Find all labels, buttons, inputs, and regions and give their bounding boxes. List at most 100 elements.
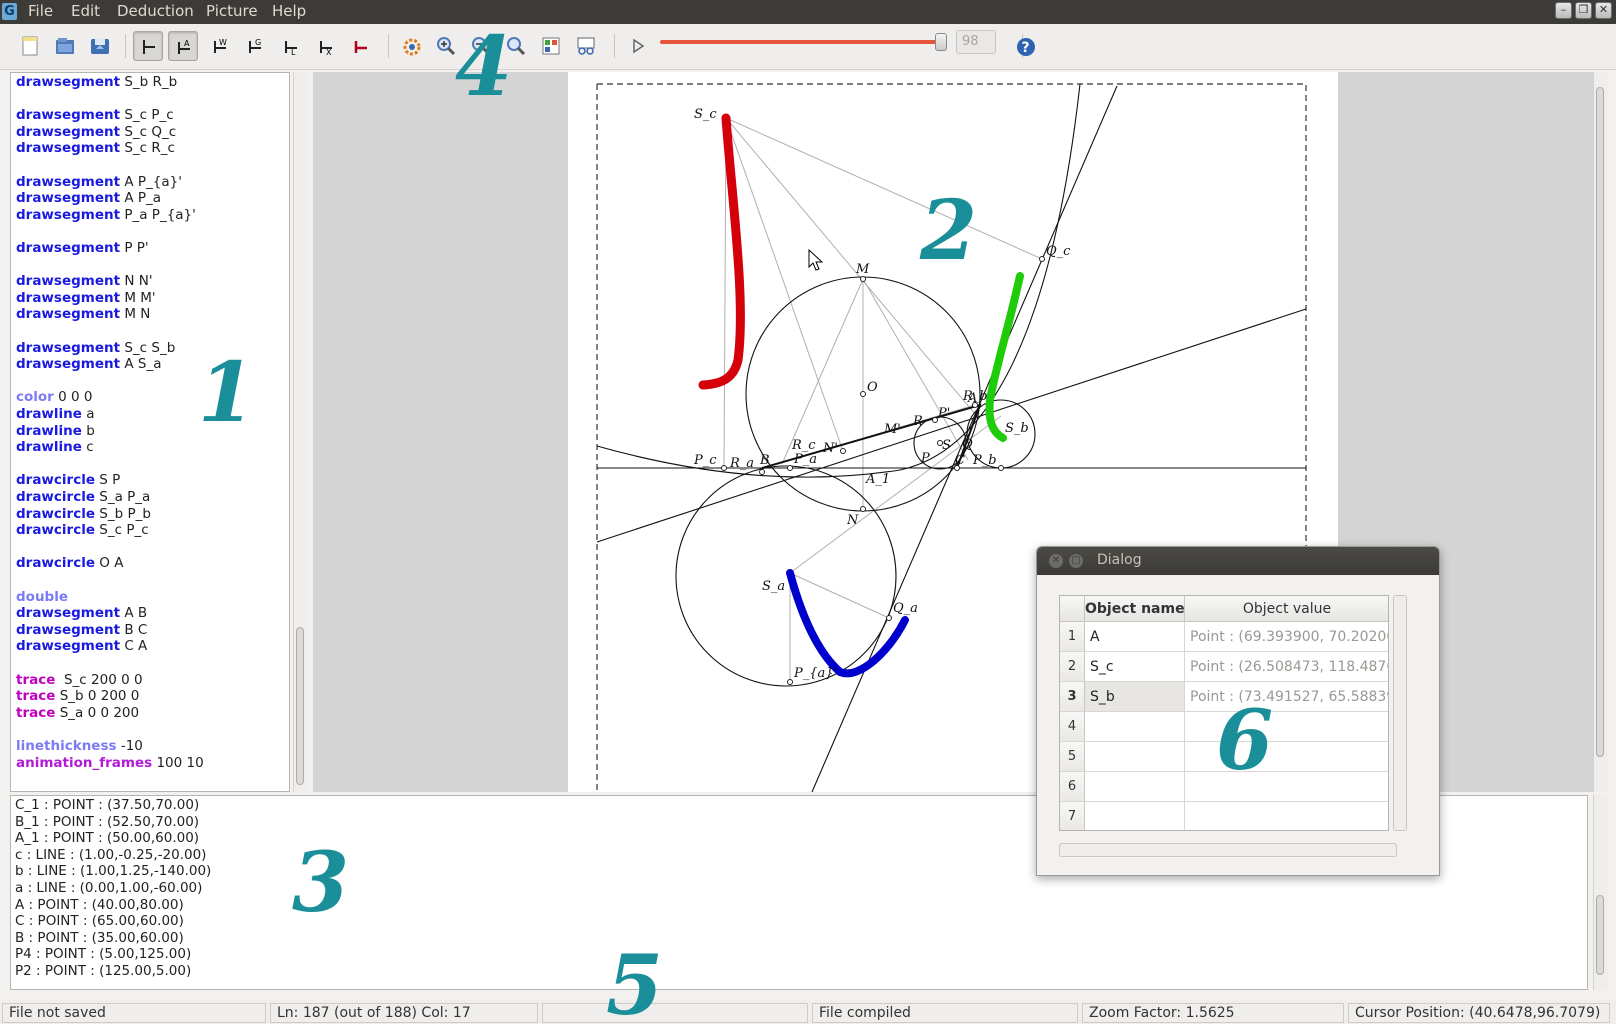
code-line[interactable]: drawcircle S_c P_c [16, 522, 149, 538]
code-line[interactable] [16, 257, 20, 273]
code-line[interactable]: drawsegment S_c Q_c [16, 124, 176, 140]
save-file-icon[interactable] [85, 31, 115, 61]
code-line[interactable]: drawsegment C A [16, 638, 147, 654]
draw-g-tool-icon[interactable]: G [240, 31, 270, 61]
menu-deduction[interactable]: Deduction [117, 2, 194, 20]
play-icon[interactable] [623, 31, 653, 61]
editor-scrollbar-thumb[interactable] [296, 627, 304, 785]
code-line[interactable] [16, 655, 20, 671]
table-cell-value[interactable] [1185, 802, 1388, 830]
code-line[interactable] [16, 572, 20, 588]
code-line[interactable]: color 0 0 0 [16, 389, 93, 405]
menu-picture[interactable]: Picture [206, 2, 258, 20]
draw-l-tool-icon[interactable]: L [276, 31, 306, 61]
code-line[interactable] [16, 91, 20, 107]
header-object-value[interactable]: Object value [1185, 596, 1388, 622]
table-row-number[interactable]: 3 [1060, 682, 1085, 712]
table-cell-name[interactable]: S_b [1085, 682, 1185, 712]
code-line[interactable]: animation_frames 100 10 [16, 755, 204, 771]
code-line[interactable]: drawsegment N N' [16, 273, 153, 289]
draw-red-tool-icon[interactable] [346, 31, 376, 61]
code-line[interactable]: linethickness -10 [16, 738, 143, 754]
table-cell-name[interactable] [1085, 712, 1185, 742]
output-scrollbar[interactable] [1593, 795, 1608, 990]
code-line[interactable]: drawcircle S_b P_b [16, 506, 151, 522]
canvas-vertical-scrollbar[interactable] [1593, 72, 1608, 792]
dialog-vertical-scrollbar[interactable] [1393, 595, 1407, 831]
animation-slider[interactable] [660, 40, 944, 44]
code-line[interactable] [16, 223, 20, 239]
code-line[interactable]: drawsegment S_c S_b [16, 340, 175, 356]
table-row-number[interactable]: 1 [1060, 622, 1085, 652]
code-line[interactable]: trace S_c 200 0 0 [16, 672, 143, 688]
export-icon[interactable] [571, 31, 601, 61]
code-line[interactable]: drawline b [16, 423, 95, 439]
code-line[interactable]: drawline c [16, 439, 94, 455]
code-line[interactable]: drawsegment A S_a [16, 356, 161, 372]
help-icon[interactable]: ? [1010, 31, 1040, 61]
code-line[interactable]: drawcircle S P [16, 472, 120, 488]
menu-file[interactable]: File [28, 2, 53, 20]
code-line[interactable]: drawcircle S_a P_a [16, 489, 150, 505]
animation-frame-spinbox[interactable]: 98 [956, 30, 996, 54]
draw-w-tool-icon[interactable]: W [205, 31, 235, 61]
table-cell-value[interactable]: Point : (26.508473, 118.48764 [1185, 652, 1388, 682]
code-line[interactable] [16, 539, 20, 555]
code-line[interactable] [16, 456, 20, 472]
code-line[interactable]: trace S_b 0 200 0 [16, 688, 139, 704]
table-cell-name[interactable] [1085, 802, 1185, 830]
grid-icon[interactable] [536, 31, 566, 61]
table-cell-value[interactable]: Point : (69.393900, 70.202000 [1185, 622, 1388, 652]
code-line[interactable]: drawsegment B C [16, 622, 147, 638]
dialog-maximize-icon[interactable]: □ [1069, 554, 1083, 568]
animation-slider-handle[interactable] [935, 33, 947, 51]
code-line[interactable]: drawsegment M M' [16, 290, 156, 306]
editor-scrollbar[interactable] [293, 72, 307, 792]
table-cell-name[interactable] [1085, 742, 1185, 772]
draw-x-tool-icon[interactable]: X [311, 31, 341, 61]
table-row-number[interactable]: 7 [1060, 802, 1085, 830]
table-cell-name[interactable]: S_c [1085, 652, 1185, 682]
dialog-titlebar[interactable]: ✕ □ Dialog [1037, 547, 1439, 575]
dialog-close-icon[interactable]: ✕ [1049, 554, 1063, 568]
menu-help[interactable]: Help [272, 2, 306, 20]
minimize-icon[interactable]: – [1555, 2, 1572, 19]
code-line[interactable]: drawsegment S_c R_c [16, 140, 175, 156]
code-line[interactable]: drawsegment P_a P_{a}' [16, 207, 196, 223]
compile-icon[interactable] [396, 31, 426, 61]
new-file-icon[interactable] [15, 31, 45, 61]
table-row-number[interactable]: 5 [1060, 742, 1085, 772]
table-row-number[interactable]: 4 [1060, 712, 1085, 742]
code-line[interactable] [16, 157, 20, 173]
code-line[interactable] [16, 373, 20, 389]
code-line[interactable]: drawsegment M N [16, 306, 150, 322]
draw-a-tool-icon[interactable]: A [168, 31, 198, 61]
open-file-icon[interactable] [50, 31, 80, 61]
code-line[interactable]: double [16, 589, 72, 605]
code-line[interactable]: drawsegment S_b R_b [16, 74, 177, 90]
code-line[interactable]: drawsegment A B [16, 605, 147, 621]
code-line[interactable]: drawsegment A P_{a}' [16, 174, 182, 190]
code-args: S_a 0 0 200 [59, 704, 140, 721]
table-row-number[interactable]: 2 [1060, 652, 1085, 682]
code-line[interactable] [16, 323, 20, 339]
table-cell-name[interactable]: A [1085, 622, 1185, 652]
draw-tool-icon[interactable] [133, 31, 163, 61]
code-line[interactable]: drawsegment A P_a [16, 190, 161, 206]
code-line[interactable]: drawcircle O A [16, 555, 123, 571]
code-line[interactable] [16, 721, 20, 737]
code-line[interactable]: drawsegment P P' [16, 240, 149, 256]
canvas-scrollbar-thumb[interactable] [1596, 87, 1604, 757]
header-object-name[interactable]: Object name [1085, 596, 1185, 622]
code-line[interactable]: trace S_a 0 0 200 [16, 705, 139, 721]
code-line[interactable]: drawline a [16, 406, 95, 422]
code-keyword: drawline [16, 422, 82, 439]
output-scrollbar-thumb[interactable] [1596, 895, 1604, 975]
table-cell-name[interactable] [1085, 772, 1185, 802]
code-line[interactable]: drawsegment S_c P_c [16, 107, 174, 123]
dialog-horizontal-scrollbar[interactable] [1059, 843, 1397, 857]
restore-icon[interactable]: ❐ [1575, 2, 1592, 19]
menu-edit[interactable]: Edit [71, 2, 100, 20]
table-row-number[interactable]: 6 [1060, 772, 1085, 802]
close-icon[interactable]: ✕ [1595, 2, 1612, 19]
